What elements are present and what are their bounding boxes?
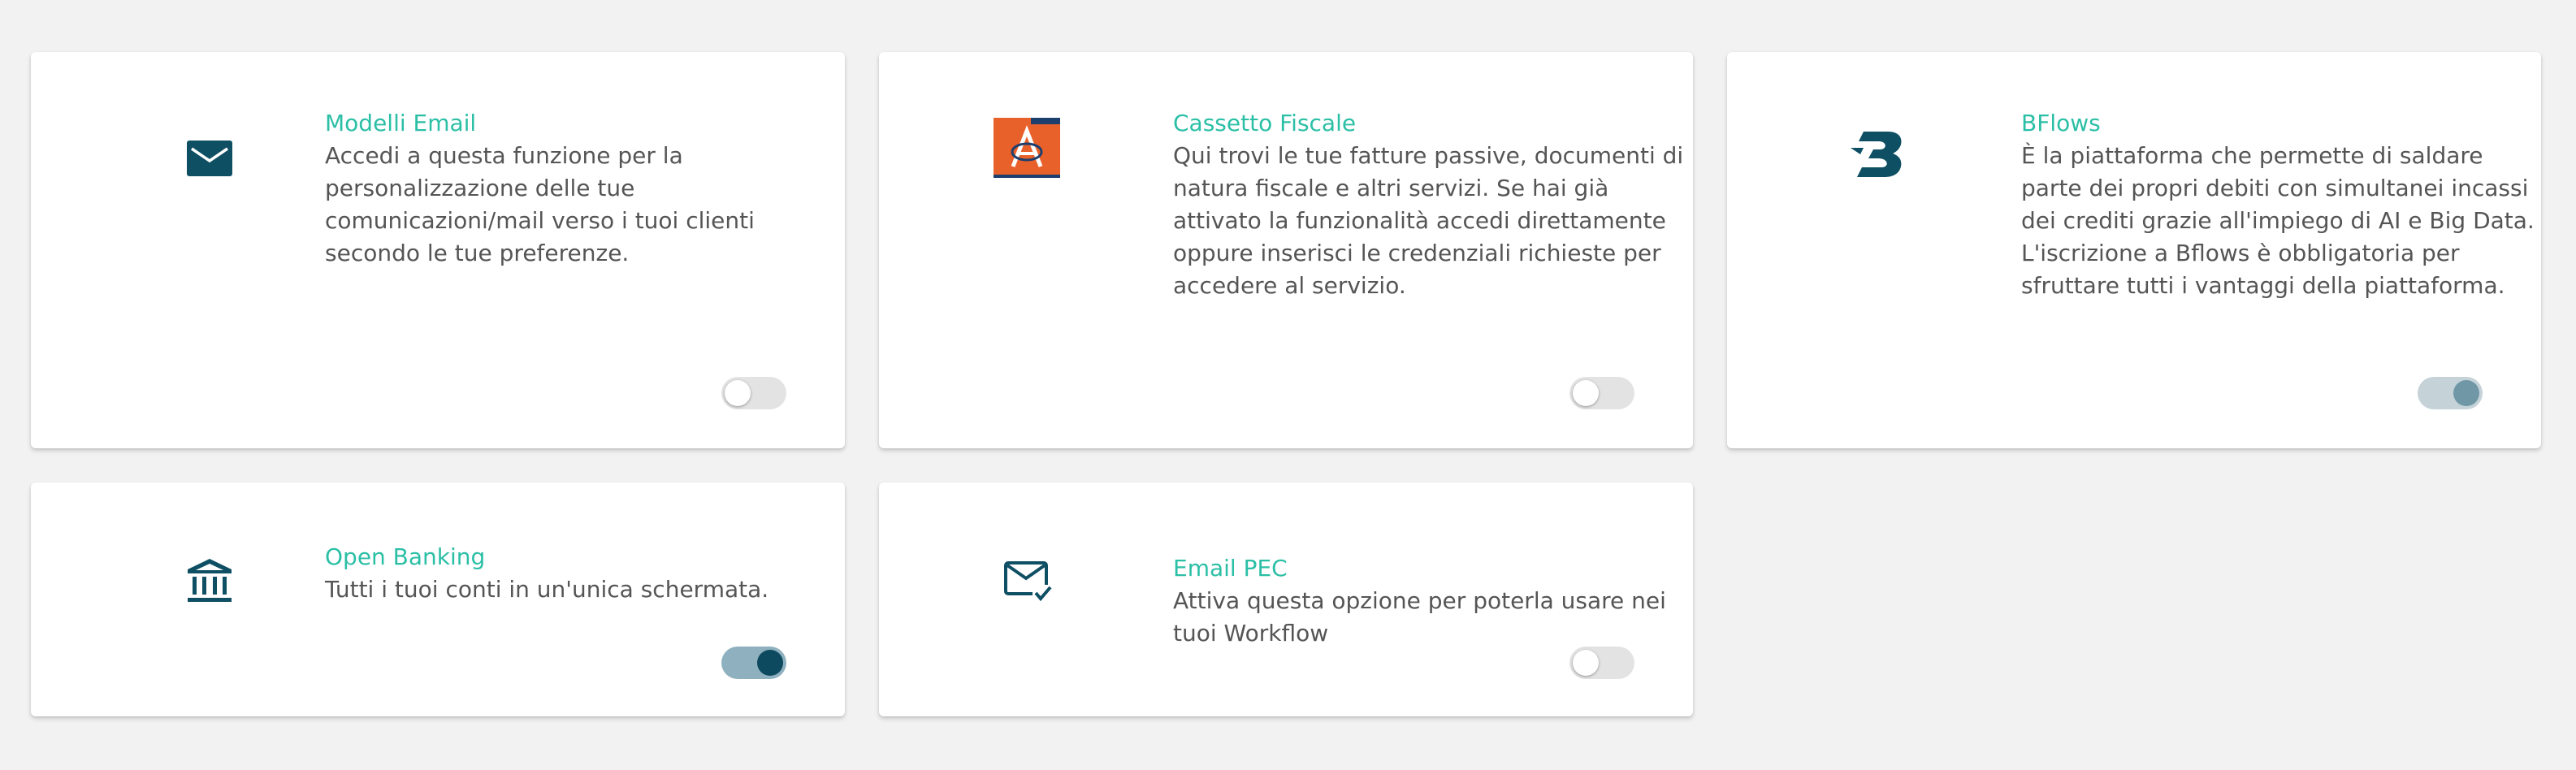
bflows-logo-icon xyxy=(1842,117,1916,190)
envelope-check-icon xyxy=(993,546,1066,619)
card-email-pec: Email PEC Attiva questa opzione per pote… xyxy=(879,482,1693,716)
modelli-email-toggle[interactable] xyxy=(721,377,786,409)
card-title: BFlows xyxy=(2021,110,2101,136)
cassetto-fiscale-toggle[interactable] xyxy=(1569,377,1634,409)
card-title: Cassetto Fiscale xyxy=(1173,110,1357,136)
card-title: Modelli Email xyxy=(325,110,477,136)
card-open-banking: Open Banking Tutti i tuoi conti in un'un… xyxy=(31,482,845,716)
card-text: Email PEC Attiva questa opzione per pote… xyxy=(1173,552,1693,650)
card-cassetto-fiscale: Cassetto Fiscale Qui trovi le tue fattur… xyxy=(879,52,1693,448)
bank-icon xyxy=(153,544,266,617)
open-banking-toggle[interactable] xyxy=(721,647,786,679)
card-text: BFlows È la piattaforma che permette di … xyxy=(2021,107,2541,302)
toggle-knob xyxy=(1573,650,1599,676)
card-bflows: BFlows È la piattaforma che permette di … xyxy=(1727,52,2541,448)
card-text: Modelli Email Accedi a questa funzione p… xyxy=(325,107,845,270)
bflows-toggle[interactable] xyxy=(2418,377,2483,409)
cassetto-fiscale-logo-icon xyxy=(993,115,1061,180)
card-description: Accedi a questa funzione per la personal… xyxy=(325,142,755,266)
email-pec-toggle[interactable] xyxy=(1569,647,1634,679)
toggle-knob xyxy=(725,380,751,406)
card-title: Email PEC xyxy=(1173,555,1288,582)
card-description: Qui trovi le tue fatture passive, docume… xyxy=(1173,142,1684,299)
card-description: Tutti i tuoi conti in un'unica schermata… xyxy=(325,576,769,603)
card-text: Cassetto Fiscale Qui trovi le tue fattur… xyxy=(1173,107,1693,302)
card-text: Open Banking Tutti i tuoi conti in un'un… xyxy=(325,541,845,606)
card-modelli-email: Modelli Email Accedi a questa funzione p… xyxy=(31,52,845,448)
toggle-knob xyxy=(2453,380,2479,406)
card-title: Open Banking xyxy=(325,543,486,570)
toggle-knob xyxy=(757,650,783,676)
card-description: È la piattaforma che permette di saldare… xyxy=(2021,142,2535,299)
envelope-icon xyxy=(153,122,266,195)
card-description: Attiva questa opzione per poterla usare … xyxy=(1173,587,1666,647)
toggle-knob xyxy=(1573,380,1599,406)
